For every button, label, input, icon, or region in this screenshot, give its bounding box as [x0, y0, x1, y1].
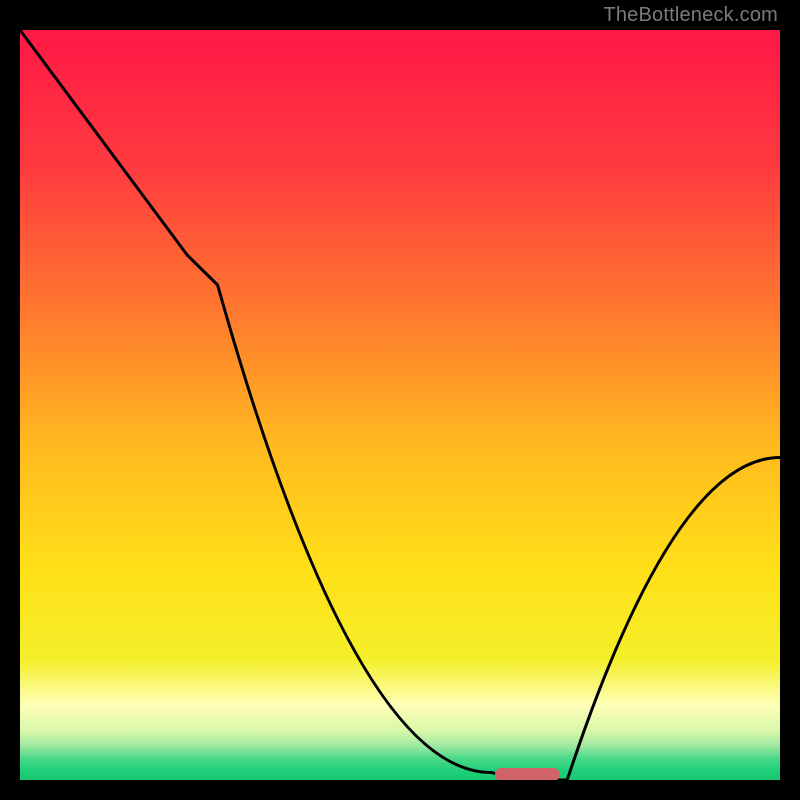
attribution-text: TheBottleneck.com [603, 4, 778, 27]
optimal-marker [495, 768, 560, 780]
chart-frame [20, 30, 780, 780]
gradient-background [20, 30, 780, 780]
bottleneck-chart [20, 30, 780, 780]
